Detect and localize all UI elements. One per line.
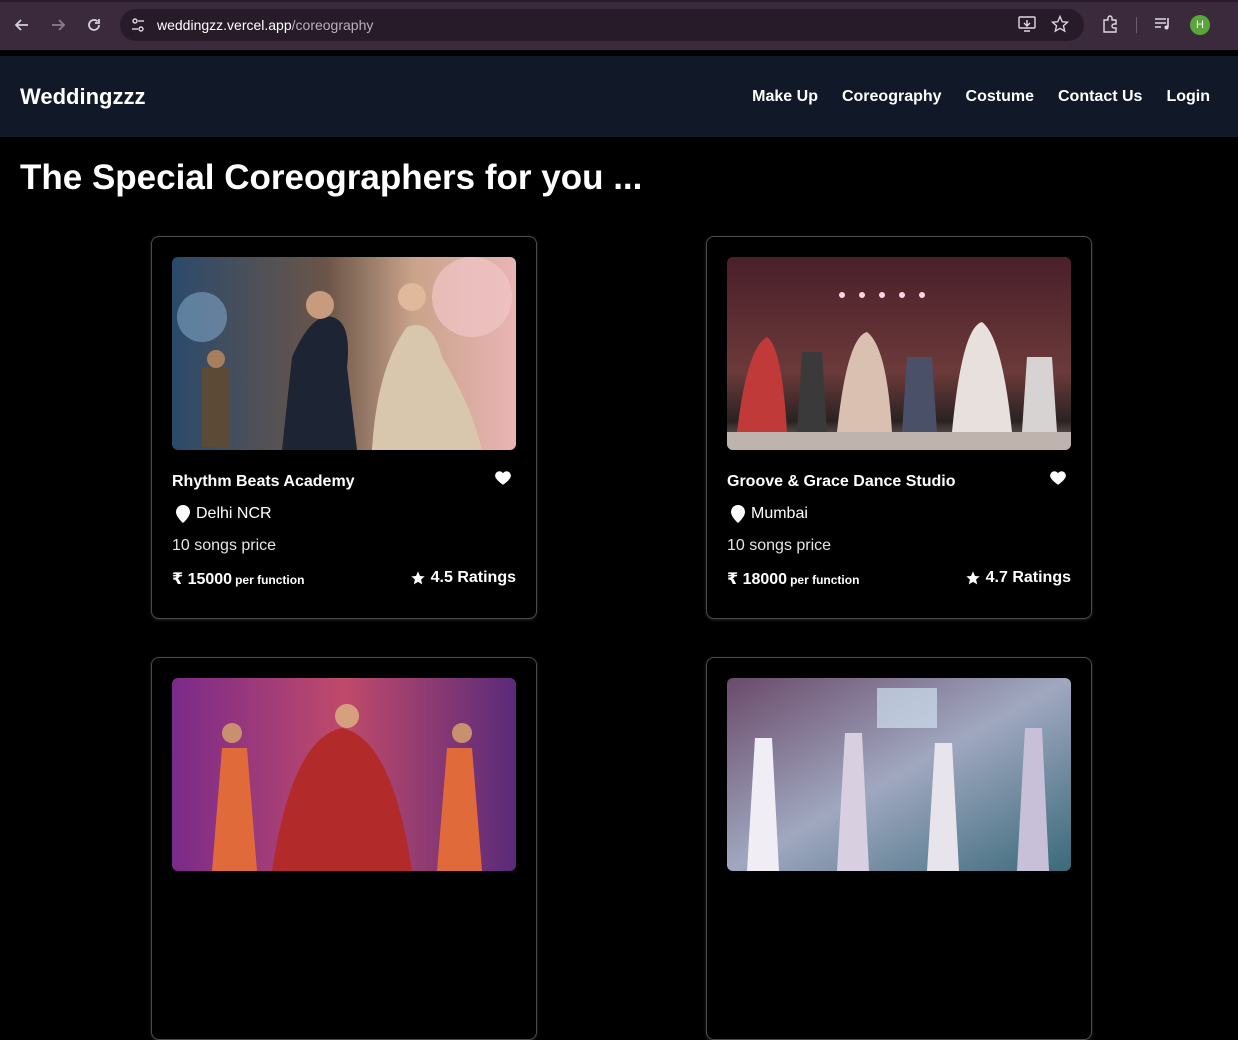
address-bar[interactable]: weddingzz.vercel.app/coreography (120, 9, 1084, 41)
price-amount: ₹ 15000 (172, 571, 233, 588)
songs-price-label: 10 songs price (727, 537, 832, 554)
toolbar-divider (1136, 17, 1137, 33)
url-host: weddingzz.vercel.app (157, 17, 292, 33)
price-amount: ₹ 18000 (727, 571, 788, 588)
url-path: /coreography (291, 17, 374, 33)
brand-logo[interactable]: Weddingzzz (20, 84, 145, 110)
media-control-icon[interactable] (1152, 13, 1174, 35)
choreographer-card[interactable]: Rhythm Beats Academy Delhi NCR 10 songs … (151, 236, 537, 619)
rating: 4.5 Ratings (410, 569, 516, 587)
page-title: The Special Coreographers for you ... (20, 158, 643, 197)
card-photo (727, 257, 1071, 450)
nav-link-contact-us[interactable]: Contact Us (1058, 88, 1142, 106)
nav-link-coreography[interactable]: Coreography (842, 88, 942, 106)
reload-icon[interactable] (82, 13, 106, 37)
forward-icon[interactable] (46, 13, 70, 37)
back-icon[interactable] (10, 13, 34, 37)
extensions-icon[interactable] (1099, 13, 1121, 35)
choreographer-card[interactable]: Groove & Grace Dance Studio Mumbai 10 so… (706, 236, 1092, 619)
nav-links: Make Up Coreography Costume Contact Us L… (752, 88, 1210, 106)
site-navbar: Weddingzzz Make Up Coreography Costume C… (0, 56, 1238, 137)
bookmark-star-icon[interactable] (1049, 13, 1071, 35)
card-title: Groove & Grace Dance Studio (727, 473, 956, 490)
browser-toolbar: weddingzz.vercel.app/coreography H (0, 0, 1238, 50)
card-photo (727, 678, 1071, 871)
choreographer-card[interactable] (151, 657, 537, 1040)
card-photo (172, 678, 516, 871)
nav-link-make-up[interactable]: Make Up (752, 88, 818, 106)
card-location: Delhi NCR (176, 505, 272, 523)
location-text: Delhi NCR (196, 505, 272, 522)
star-icon (410, 571, 425, 585)
profile-avatar[interactable]: H (1190, 15, 1210, 35)
price: ₹ 15000 per function (172, 569, 304, 589)
card-photo (172, 257, 516, 450)
site-settings-icon[interactable] (130, 17, 146, 33)
choreographer-card[interactable] (706, 657, 1092, 1040)
card-title: Rhythm Beats Academy (172, 473, 355, 490)
heart-icon[interactable] (494, 469, 512, 487)
heart-icon[interactable] (1049, 469, 1067, 487)
nav-link-login[interactable]: Login (1166, 88, 1210, 106)
rating-text: 4.7 Ratings (985, 569, 1071, 586)
price-unit: per function (235, 573, 305, 587)
install-icon[interactable] (1016, 13, 1038, 35)
price-unit: per function (790, 573, 860, 587)
price: ₹ 18000 per function (727, 569, 859, 589)
nav-link-costume[interactable]: Costume (966, 88, 1034, 106)
avatar-letter: H (1196, 19, 1204, 31)
songs-price-label: 10 songs price (172, 537, 277, 554)
url-text[interactable]: weddingzz.vercel.app/coreography (157, 17, 373, 33)
location-text: Mumbai (751, 505, 808, 522)
rating-text: 4.5 Ratings (430, 569, 516, 586)
location-pin-icon (176, 505, 190, 523)
star-icon (965, 571, 980, 585)
page: Weddingzzz Make Up Coreography Costume C… (0, 50, 1238, 1040)
card-location: Mumbai (731, 505, 808, 523)
rating: 4.7 Ratings (965, 569, 1071, 587)
tab-strip (0, 0, 1238, 2)
location-pin-icon (731, 505, 745, 523)
